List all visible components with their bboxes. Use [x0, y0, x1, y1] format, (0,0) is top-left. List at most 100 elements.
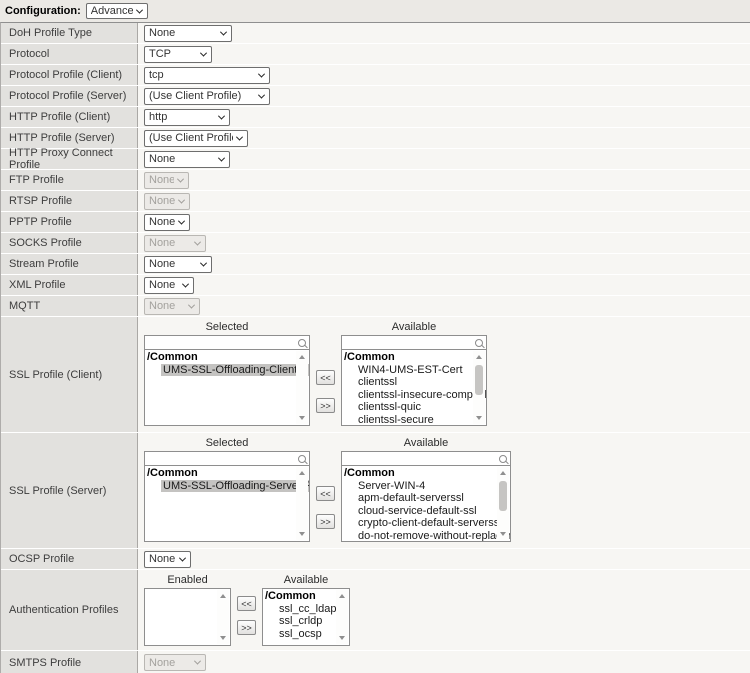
list-group-label: /Common — [263, 590, 336, 603]
configuration-select[interactable]: Advanced — [86, 3, 148, 19]
list-item[interactable]: clientssl — [342, 376, 473, 389]
doh-profile-type-select[interactable]: None — [144, 25, 232, 42]
scroll-down-icon[interactable] — [299, 416, 305, 420]
list-group-label: /Common — [342, 467, 497, 480]
row-xml-profile: XML Profile None — [1, 275, 750, 296]
scroll-up-icon[interactable] — [339, 594, 345, 598]
list-item[interactable]: clientssl-secure — [342, 414, 473, 426]
scroll-down-icon[interactable] — [220, 636, 226, 640]
available-header: Available — [341, 437, 511, 449]
row-ssl-profile-server: SSL Profile (Server) Selected /Common UM… — [1, 433, 750, 549]
field-label: SOCKS Profile — [1, 233, 138, 253]
profiles-table: DoH Profile Type None Protocol TCP Proto… — [0, 22, 750, 673]
list-item[interactable]: WIN4-UMS-EST-Cert — [342, 364, 473, 377]
ocsp-profile-select[interactable]: None — [144, 551, 191, 568]
field-label: Stream Profile — [1, 254, 138, 274]
chevron-down-icon — [218, 112, 225, 119]
list-item[interactable]: ssl_ocsp — [263, 628, 336, 641]
ssl-server-move-left-button[interactable]: << — [316, 486, 335, 501]
scroll-down-icon[interactable] — [299, 532, 305, 536]
field-label: XML Profile — [1, 275, 138, 295]
http-profile-server-select[interactable]: (Use Client Profile) — [144, 130, 248, 147]
enabled-header: Enabled — [144, 574, 231, 586]
scrollbar-thumb[interactable] — [475, 365, 483, 395]
ssl-server-selected-list[interactable]: /Common UMS-SSL-Offloading-Server-Profil… — [144, 466, 310, 542]
auth-available-list[interactable]: /Common ssl_cc_ldap ssl_crldp ssl_ocsp — [262, 588, 350, 646]
http-profile-client-select[interactable]: http — [144, 109, 230, 126]
list-item[interactable]: cloud-service-default-ssl — [342, 505, 497, 518]
scrollbar[interactable] — [473, 351, 485, 424]
ssl-client-selected-list[interactable]: /Common UMS-SSL-Offloading-Client-Profil… — [144, 350, 310, 426]
auth-move-left-button[interactable]: << — [237, 596, 256, 611]
field-label: MQTT — [1, 296, 138, 316]
chevron-down-icon — [236, 133, 243, 140]
field-label: OCSP Profile — [1, 549, 138, 569]
scroll-up-icon[interactable] — [299, 355, 305, 359]
list-item[interactable]: Server-WIN-4 — [342, 480, 497, 493]
ssl-client-selected-searchbox — [144, 335, 310, 350]
rtsp-profile-select: None — [144, 193, 190, 210]
field-label: HTTP Profile (Client) — [1, 107, 138, 127]
configuration-bar: Configuration: Advanced — [0, 0, 750, 22]
http-proxy-connect-profile-select[interactable]: None — [144, 151, 230, 168]
field-label: Authentication Profiles — [1, 570, 138, 650]
list-item[interactable]: crypto-client-default-serverssl — [342, 517, 497, 530]
chevron-down-icon — [188, 301, 195, 308]
scrollbar[interactable] — [497, 467, 509, 540]
list-item[interactable]: ssl_crldp — [263, 615, 336, 628]
row-ftp-profile: FTP Profile None — [1, 170, 750, 191]
ssl-server-available-list[interactable]: /Common Server-WIN-4 apm-default-servers… — [341, 466, 511, 542]
list-item[interactable]: clientssl-quic — [342, 401, 473, 414]
scroll-up-icon[interactable] — [476, 355, 482, 359]
ssl-server-selected-searchbox — [144, 451, 310, 466]
ssl-client-move-left-button[interactable]: << — [316, 370, 335, 385]
list-item[interactable]: UMS-SSL-Offloading-Client-Profile — [145, 364, 296, 377]
scroll-down-icon[interactable] — [476, 416, 482, 420]
row-protocol-profile-server: Protocol Profile (Server) (Use Client Pr… — [1, 86, 750, 107]
ssl-server-selected-search-input[interactable] — [147, 453, 298, 465]
scrollbar[interactable] — [336, 590, 348, 644]
field-label: HTTP Proxy Connect Profile — [1, 149, 138, 169]
scroll-up-icon[interactable] — [220, 594, 226, 598]
chevron-down-icon — [178, 217, 185, 224]
search-icon — [475, 339, 483, 347]
protocol-profile-server-select[interactable]: (Use Client Profile) — [144, 88, 270, 105]
selected-header: Selected — [144, 437, 310, 449]
scroll-up-icon[interactable] — [500, 471, 506, 475]
chevron-down-icon — [258, 91, 265, 98]
ssl-client-selected-search-input[interactable] — [147, 337, 298, 349]
scrollbar[interactable] — [217, 590, 229, 644]
pptp-profile-select[interactable]: None — [144, 214, 190, 231]
row-ocsp-profile: OCSP Profile None — [1, 549, 750, 570]
search-icon — [499, 455, 507, 463]
ssl-server-available-search-input[interactable] — [344, 453, 499, 465]
scroll-up-icon[interactable] — [299, 471, 305, 475]
ssl-client-available-list[interactable]: /Common WIN4-UMS-EST-Cert clientssl clie… — [341, 350, 487, 426]
list-item[interactable]: ssl_cc_ldap — [263, 603, 336, 616]
scroll-down-icon[interactable] — [339, 636, 345, 640]
list-item[interactable]: apm-default-serverssl — [342, 492, 497, 505]
ssl-client-available-search-input[interactable] — [344, 337, 475, 349]
list-item[interactable]: UMS-SSL-Offloading-Server-Profile — [145, 480, 296, 493]
chevron-down-icon — [220, 28, 227, 35]
list-item[interactable]: do-not-remove-without-replacement — [342, 530, 497, 542]
list-item[interactable]: clientssl-insecure-compatible — [342, 389, 473, 402]
auth-move-right-button[interactable]: >> — [237, 620, 256, 635]
scrollbar[interactable] — [296, 467, 308, 540]
protocol-profile-client-select[interactable]: tcp — [144, 67, 270, 84]
auth-enabled-list[interactable] — [144, 588, 231, 646]
ssl-client-available-searchbox — [341, 335, 487, 350]
row-stream-profile: Stream Profile None — [1, 254, 750, 275]
xml-profile-select[interactable]: None — [144, 277, 194, 294]
chevron-down-icon — [194, 658, 201, 665]
ssl-server-move-right-button[interactable]: >> — [316, 514, 335, 529]
ssl-client-move-right-button[interactable]: >> — [316, 398, 335, 413]
row-protocol: Protocol TCP — [1, 44, 750, 65]
stream-profile-select[interactable]: None — [144, 256, 212, 273]
row-socks-profile: SOCKS Profile None — [1, 233, 750, 254]
row-pptp-profile: PPTP Profile None — [1, 212, 750, 233]
scrollbar[interactable] — [296, 351, 308, 424]
scroll-down-icon[interactable] — [500, 532, 506, 536]
protocol-select[interactable]: TCP — [144, 46, 212, 63]
scrollbar-thumb[interactable] — [499, 481, 507, 511]
